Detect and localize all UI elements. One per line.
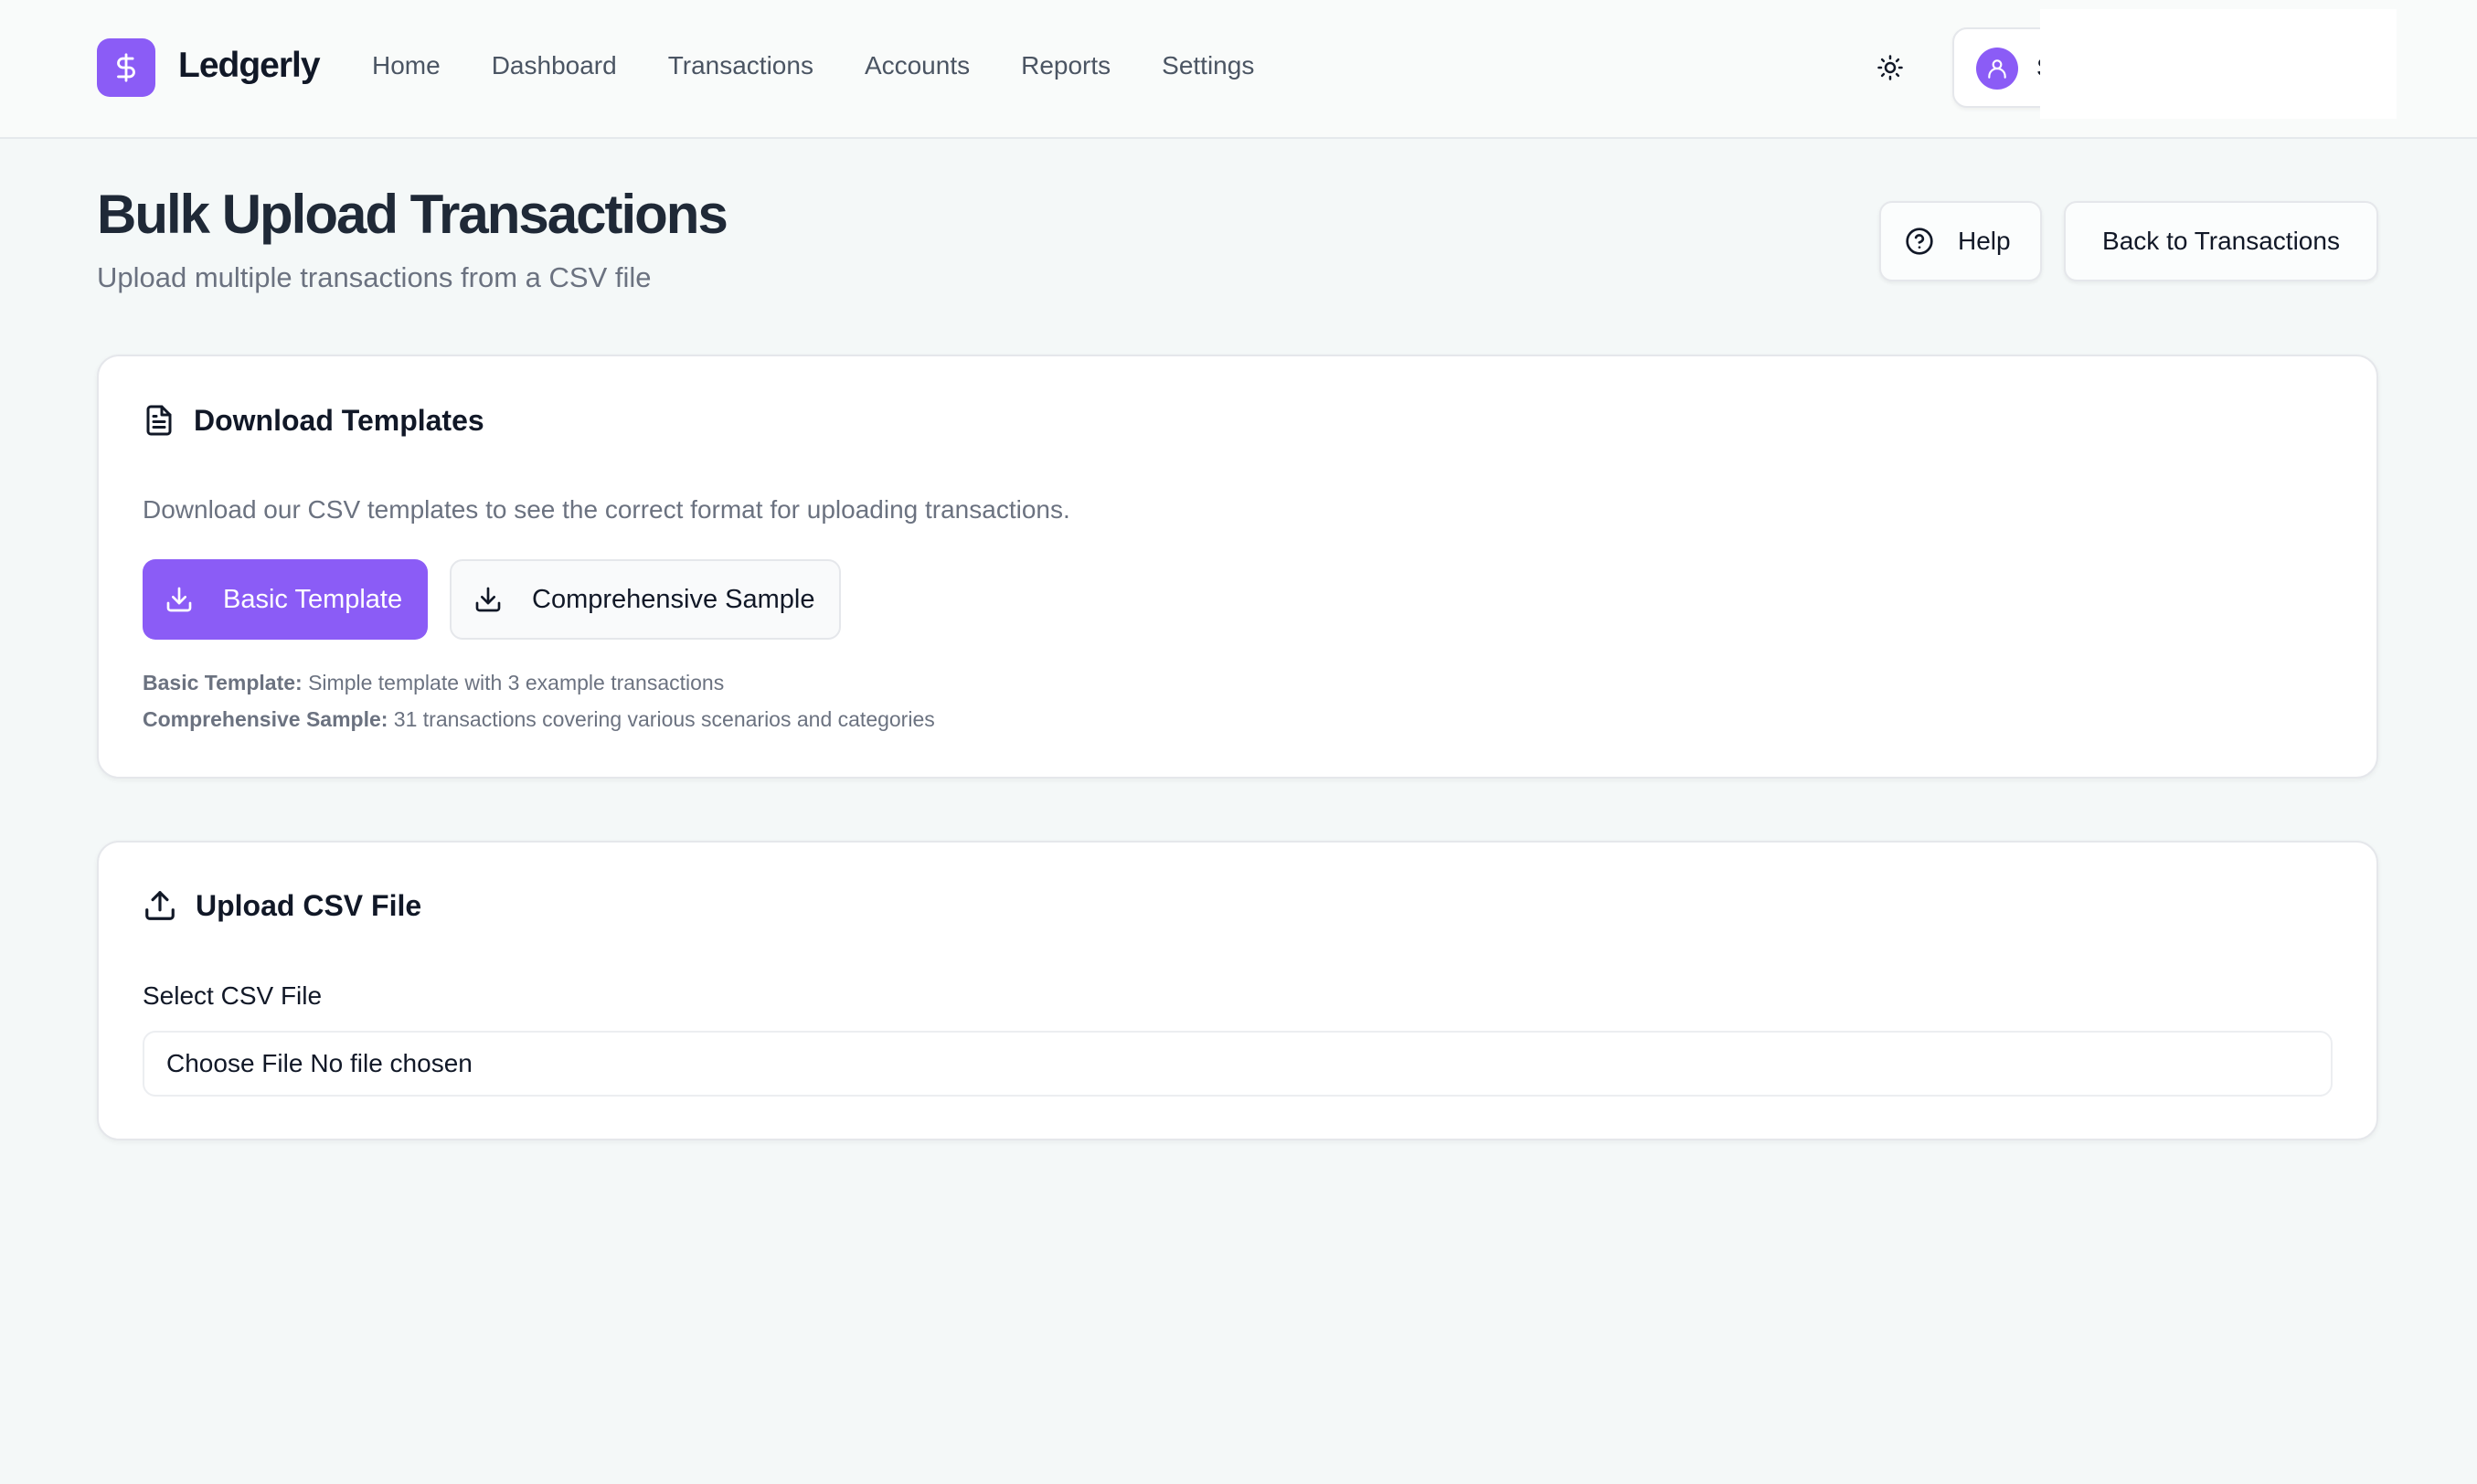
- nav-home[interactable]: Home: [372, 51, 441, 80]
- download-icon: [475, 587, 501, 612]
- choose-file-button[interactable]: Choose File: [166, 1049, 303, 1078]
- page-subtitle: Upload multiple transactions from a CSV …: [97, 261, 652, 293]
- help-label: Help: [1958, 227, 2011, 255]
- theme-toggle-button[interactable]: [1865, 42, 1916, 93]
- avatar: [1976, 48, 2018, 90]
- csv-file-input[interactable]: Choose File No file chosen: [143, 1031, 2333, 1097]
- note-text: Simple template with 3 example transacti…: [302, 671, 725, 694]
- top-navbar: Ledgerly Home Dashboard Transactions Acc…: [0, 0, 2477, 139]
- card-header: Upload CSV File: [143, 888, 421, 923]
- sun-icon: [1877, 55, 1903, 80]
- dollar-icon[interactable]: [97, 38, 155, 97]
- file-status: No file chosen: [310, 1049, 473, 1077]
- help-button[interactable]: Help: [1879, 201, 2042, 281]
- basic-template-note: Basic Template: Simple template with 3 e…: [143, 671, 724, 695]
- card-header: Download Templates: [143, 402, 484, 439]
- nav-settings[interactable]: Settings: [1162, 51, 1254, 80]
- page-title: Bulk Upload Transactions: [97, 184, 728, 245]
- back-to-transactions-button[interactable]: Back to Transactions: [2064, 201, 2378, 281]
- nav-dashboard[interactable]: Dashboard: [492, 51, 617, 80]
- note-term: Comprehensive Sample:: [143, 707, 388, 731]
- upload-icon: [145, 891, 175, 920]
- csv-file-label: Select CSV File: [143, 981, 323, 1010]
- download-templates-card: Download Templates Download our CSV temp…: [97, 355, 2378, 779]
- brand-name[interactable]: Ledgerly: [178, 46, 321, 86]
- basic-template-label: Basic Template: [223, 584, 403, 614]
- card-description: Download our CSV templates to see the co…: [143, 495, 1070, 524]
- download-icon: [166, 587, 192, 612]
- upload-csv-card: Upload CSV File Select CSV File Choose F…: [97, 841, 2378, 1140]
- nav-transactions[interactable]: Transactions: [668, 51, 813, 80]
- comprehensive-sample-note: Comprehensive Sample: 31 transactions co…: [143, 707, 935, 732]
- nav-accounts[interactable]: Accounts: [865, 51, 970, 80]
- file-text-icon: [146, 405, 172, 436]
- card-title: Upload CSV File: [196, 888, 422, 922]
- comprehensive-sample-button[interactable]: Comprehensive Sample: [450, 559, 841, 640]
- nav-reports[interactable]: Reports: [1021, 51, 1111, 80]
- card-title: Download Templates: [194, 403, 484, 437]
- user-icon: [1988, 59, 2006, 79]
- redacted-area: [2040, 9, 2397, 119]
- note-text: 31 transactions covering various scenari…: [388, 707, 935, 731]
- basic-template-button[interactable]: Basic Template: [143, 559, 428, 640]
- main-nav: Home Dashboard Transactions Accounts Rep…: [372, 51, 1305, 80]
- comprehensive-sample-label: Comprehensive Sample: [532, 584, 815, 614]
- note-term: Basic Template:: [143, 671, 303, 694]
- help-circle-icon: [1906, 228, 1933, 255]
